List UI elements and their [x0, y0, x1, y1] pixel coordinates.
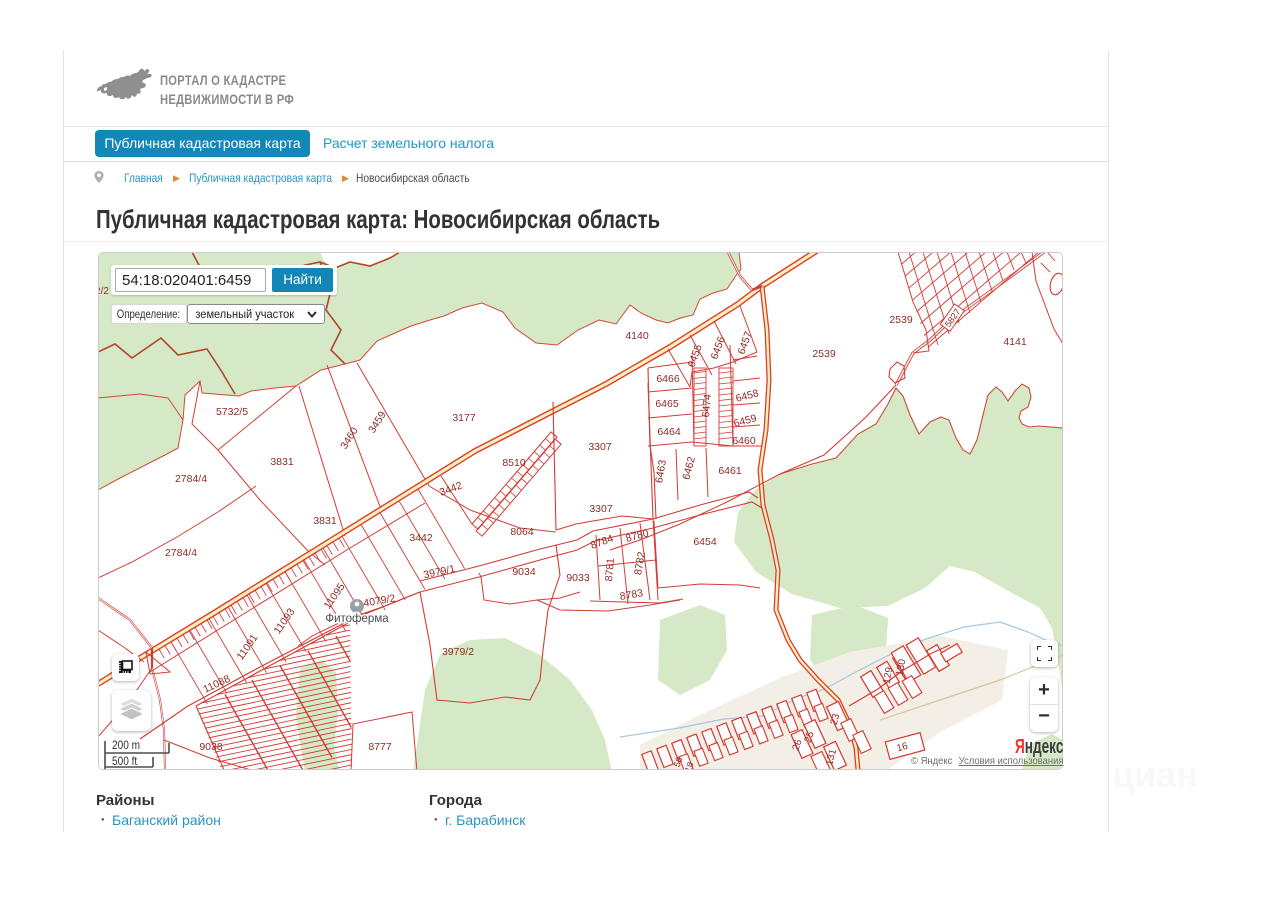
svg-text:3442: 3442 [409, 532, 433, 544]
svg-text:3177: 3177 [452, 412, 476, 424]
svg-text:2/2: 2/2 [99, 286, 109, 297]
svg-text:2784/4: 2784/4 [175, 473, 207, 485]
svg-text:9033: 9033 [566, 572, 590, 584]
svg-text:8064: 8064 [510, 526, 534, 538]
svg-text:8777: 8777 [368, 741, 392, 753]
svg-text:8510: 8510 [502, 457, 526, 469]
svg-text:3831: 3831 [313, 515, 337, 527]
svg-text:4141: 4141 [1003, 336, 1027, 348]
svg-text:Фитоферма: Фитоферма [325, 613, 389, 625]
svg-text:6474: 6474 [700, 393, 714, 417]
svg-text:6466: 6466 [656, 373, 680, 385]
svg-text:2784/4: 2784/4 [165, 547, 197, 559]
svg-text:5732/5: 5732/5 [216, 406, 248, 418]
svg-text:8781: 8781 [603, 557, 617, 581]
svg-text:3979/2: 3979/2 [442, 646, 474, 658]
svg-text:6460: 6460 [732, 435, 756, 447]
svg-text:6461: 6461 [718, 465, 742, 477]
svg-text:2539: 2539 [812, 348, 836, 360]
svg-text:3307: 3307 [588, 441, 612, 453]
svg-text:3831: 3831 [270, 456, 294, 468]
svg-text:6464: 6464 [657, 426, 681, 438]
svg-text:6454: 6454 [693, 536, 717, 548]
svg-text:9038: 9038 [199, 741, 223, 753]
svg-text:3307: 3307 [589, 503, 613, 515]
svg-text:4140: 4140 [625, 330, 649, 342]
svg-text:6465: 6465 [655, 398, 679, 410]
svg-text:2539: 2539 [889, 314, 913, 326]
svg-text:9034: 9034 [512, 566, 536, 578]
